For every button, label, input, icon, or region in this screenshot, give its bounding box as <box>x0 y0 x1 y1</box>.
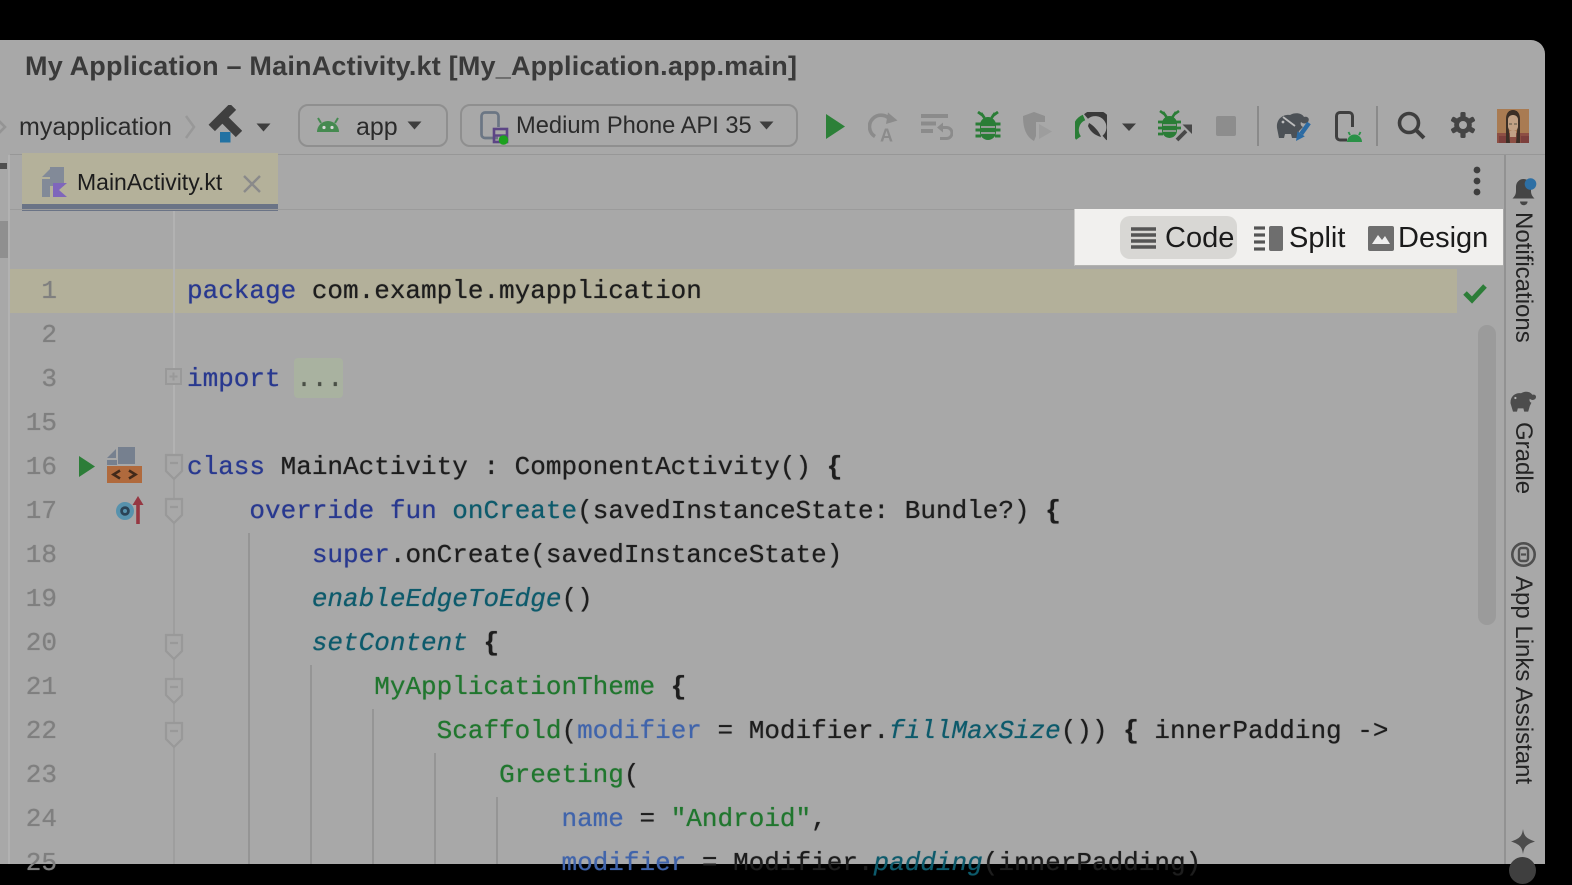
svg-text:A: A <box>880 126 893 143</box>
